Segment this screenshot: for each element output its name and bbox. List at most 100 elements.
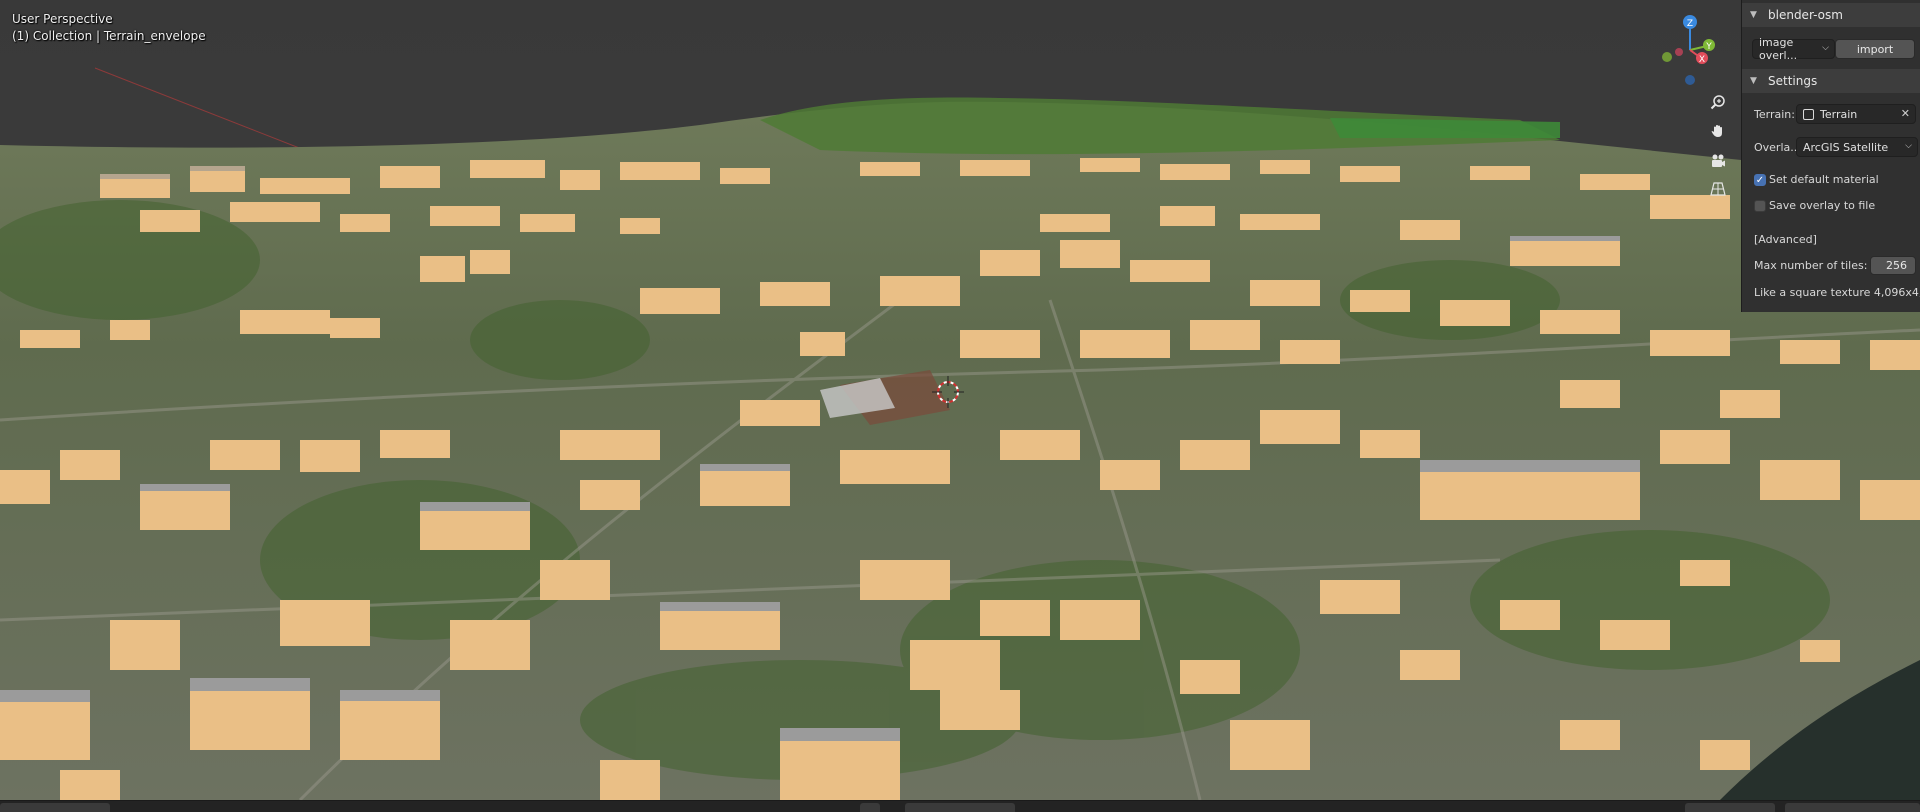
building-block bbox=[140, 210, 200, 232]
overlay-provider-dropdown[interactable]: ArcGIS Satellite ⌵ bbox=[1796, 137, 1918, 157]
perspective-grid-icon bbox=[1710, 182, 1726, 196]
building-block bbox=[740, 400, 820, 426]
building-block bbox=[1320, 580, 1400, 614]
advanced-toggle[interactable]: [Advanced] bbox=[1754, 233, 1817, 246]
building-roof bbox=[1420, 460, 1640, 472]
building-block bbox=[470, 160, 545, 178]
building-block bbox=[340, 700, 440, 760]
save-overlay-label: Save overlay to file bbox=[1769, 199, 1876, 212]
collapse-triangle-icon: ▼ bbox=[1750, 76, 1757, 86]
building-block bbox=[660, 610, 780, 650]
building-block bbox=[980, 250, 1040, 276]
building-block bbox=[780, 740, 900, 800]
camera-view-button[interactable] bbox=[1705, 148, 1731, 174]
building-block bbox=[470, 250, 510, 274]
x-axis-label: X bbox=[1699, 55, 1705, 65]
building-block bbox=[760, 282, 830, 306]
mode-dropdown[interactable]: image overl... ⌵ bbox=[1752, 36, 1835, 62]
building-block bbox=[1580, 174, 1650, 190]
building-block bbox=[210, 440, 280, 470]
neg-z-axis-handle bbox=[1685, 75, 1695, 85]
neg-y-axis-handle bbox=[1662, 52, 1672, 62]
building-block bbox=[860, 162, 920, 176]
perspective-toggle-button[interactable] bbox=[1705, 176, 1731, 202]
building-block bbox=[280, 600, 370, 646]
building-roof bbox=[340, 690, 440, 701]
addon-panel-header[interactable]: ▼ blender-osm bbox=[1742, 3, 1920, 27]
building-block bbox=[1440, 300, 1510, 326]
building-block bbox=[1870, 340, 1920, 370]
building-roof bbox=[780, 728, 900, 741]
building-block bbox=[140, 490, 230, 530]
building-block bbox=[1400, 650, 1460, 680]
save-overlay-checkbox[interactable] bbox=[1754, 200, 1766, 212]
building-block bbox=[1040, 214, 1110, 232]
chevron-down-icon: ⌵ bbox=[1822, 43, 1829, 53]
building-block bbox=[340, 214, 390, 232]
building-block bbox=[1060, 240, 1120, 268]
zoom-button[interactable] bbox=[1705, 90, 1731, 116]
building-block bbox=[700, 470, 790, 506]
building-block bbox=[1000, 430, 1080, 460]
settings-panel-header[interactable]: ▼ Settings bbox=[1742, 69, 1920, 93]
building-block bbox=[1660, 430, 1730, 464]
neg-x-axis-handle bbox=[1675, 48, 1683, 56]
collapse-triangle-icon: ▼ bbox=[1750, 10, 1757, 20]
building-block bbox=[60, 450, 120, 480]
mesh-object-icon bbox=[1803, 108, 1814, 120]
building-block bbox=[1180, 440, 1250, 470]
building-block bbox=[330, 318, 380, 338]
zoom-icon bbox=[1710, 95, 1725, 110]
building-block bbox=[1340, 166, 1400, 182]
building-block bbox=[420, 510, 530, 550]
building-block bbox=[1080, 330, 1170, 358]
settings-panel-title: Settings bbox=[1768, 74, 1818, 88]
building-block bbox=[420, 256, 465, 282]
pan-button[interactable] bbox=[1705, 118, 1731, 144]
terrain-object-field[interactable]: Terrain ✕ bbox=[1796, 104, 1916, 124]
building-roof bbox=[420, 502, 530, 511]
building-block bbox=[1260, 410, 1340, 444]
building-block bbox=[1560, 380, 1620, 408]
3d-viewport[interactable]: User Perspective (1) Collection | Terrai… bbox=[0, 0, 1920, 800]
building-block bbox=[1350, 290, 1410, 312]
building-block bbox=[240, 310, 330, 334]
building-block bbox=[380, 430, 450, 458]
building-block bbox=[1180, 660, 1240, 694]
building-block bbox=[110, 620, 180, 670]
building-block bbox=[100, 178, 170, 198]
import-button[interactable]: import bbox=[1835, 39, 1915, 59]
building-roof bbox=[660, 602, 780, 611]
building-block bbox=[1500, 600, 1560, 630]
building-block bbox=[1800, 640, 1840, 662]
building-roof bbox=[100, 174, 170, 179]
max-tiles-field[interactable]: 256 bbox=[1870, 256, 1916, 275]
building-block bbox=[940, 690, 1020, 730]
building-roof bbox=[1510, 236, 1620, 241]
building-block bbox=[620, 162, 700, 180]
building-block bbox=[640, 288, 720, 314]
building-block bbox=[1700, 740, 1750, 770]
navigation-gizmo[interactable]: Z Y X bbox=[1655, 12, 1725, 87]
building-block bbox=[860, 560, 950, 600]
building-block bbox=[260, 178, 350, 194]
z-axis-label: Z bbox=[1687, 19, 1693, 29]
building-block bbox=[1130, 260, 1210, 282]
building-block bbox=[560, 430, 660, 460]
building-block bbox=[1560, 720, 1620, 750]
building-block bbox=[20, 330, 80, 348]
pan-hand-icon bbox=[1711, 125, 1722, 137]
bottom-status-strip bbox=[0, 800, 1920, 812]
overlay-provider-value: ArcGIS Satellite bbox=[1803, 140, 1889, 154]
camera-icon bbox=[1712, 154, 1725, 167]
set-default-material-checkbox[interactable]: ✓ bbox=[1754, 174, 1766, 186]
building-block bbox=[1160, 164, 1230, 180]
terrain-label: Terrain: bbox=[1754, 108, 1795, 121]
building-block bbox=[910, 640, 1000, 690]
chevron-down-icon: ⌵ bbox=[1905, 141, 1912, 151]
building-roof bbox=[190, 678, 310, 691]
clear-x-icon[interactable]: ✕ bbox=[1901, 107, 1910, 120]
texture-note: Like a square texture 4,096x4,0... bbox=[1754, 286, 1920, 299]
building-block bbox=[60, 770, 120, 800]
building-block bbox=[300, 440, 360, 472]
